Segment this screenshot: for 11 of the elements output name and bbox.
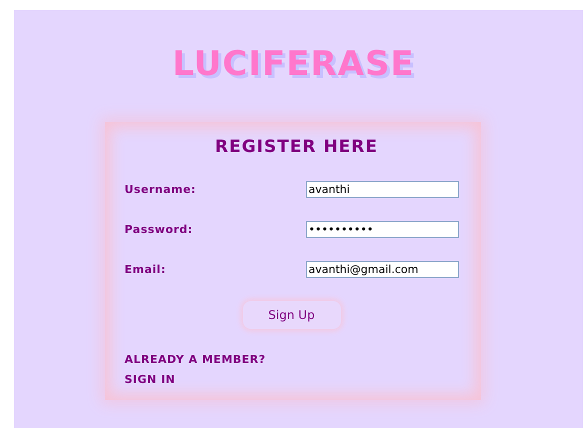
- member-prompt: ALREADY A MEMBER?: [124, 353, 267, 366]
- field-label: Email:: [124, 263, 166, 276]
- sign-up-button[interactable]: Sign Up: [242, 301, 340, 329]
- form-heading: REGISTER HERE: [215, 136, 378, 158]
- input-field[interactable]: avanthi@gmail.com: [306, 261, 458, 278]
- field-label: Username:: [124, 183, 196, 196]
- sign-in-link[interactable]: SIGN IN: [124, 373, 176, 386]
- field-label: Password:: [124, 223, 193, 236]
- site-title: LUCIFERASE: [172, 44, 415, 84]
- input-field[interactable]: ••••••••••: [306, 221, 458, 238]
- input-field[interactable]: avanthi: [306, 181, 458, 198]
